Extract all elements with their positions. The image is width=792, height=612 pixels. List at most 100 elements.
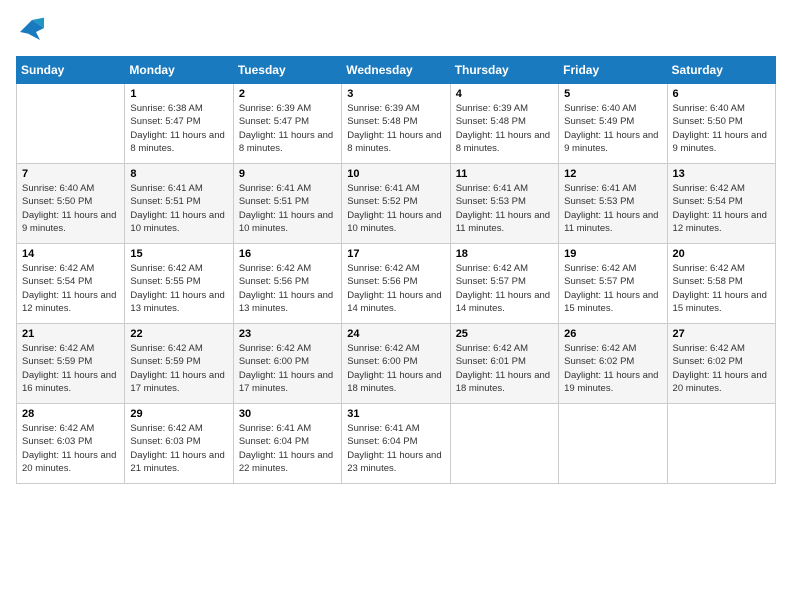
- day-number: 5: [564, 88, 661, 100]
- calendar-body: 1Sunrise: 6:38 AM Sunset: 5:47 PM Daylig…: [17, 84, 776, 484]
- day-cell: 11Sunrise: 6:41 AM Sunset: 5:53 PM Dayli…: [450, 164, 558, 244]
- day-number: 12: [564, 168, 661, 180]
- day-number: 6: [673, 88, 770, 100]
- day-info: Sunrise: 6:40 AM Sunset: 5:50 PM Dayligh…: [673, 102, 770, 155]
- day-info: Sunrise: 6:42 AM Sunset: 5:57 PM Dayligh…: [564, 262, 661, 315]
- day-cell: 10 Sunrise: 6:41 AM Sunset: 5:52 PM Dayli…: [342, 164, 450, 244]
- day-info: Sunrise: 6:42 AM Sunset: 5:59 PM Dayligh…: [22, 342, 119, 395]
- day-number: 24: [347, 328, 444, 340]
- day-info: Sunrise: 6:42 AM Sunset: 5:56 PM Dayligh…: [239, 262, 336, 315]
- day-cell: 25Sunrise: 6:42 AM Sunset: 6:01 PM Dayli…: [450, 324, 558, 404]
- day-number: 13: [673, 168, 770, 180]
- day-cell: 12 Sunrise: 6:41 AM Sunset: 5:53 PM Dayli…: [559, 164, 667, 244]
- day-header-tuesday: Tuesday: [233, 57, 341, 84]
- day-info: Sunrise: 6:39 AM Sunset: 5:47 PM Dayligh…: [239, 102, 336, 155]
- day-cell: 2 Sunrise: 6:39 AM Sunset: 5:47 PM Daylig…: [233, 84, 341, 164]
- day-info: Sunrise: 6:42 AM Sunset: 5:59 PM Dayligh…: [130, 342, 227, 395]
- day-cell: 31 Sunrise: 6:41 AM Sunset: 6:04 PM Dayli…: [342, 404, 450, 484]
- day-cell: 3 Sunrise: 6:39 AM Sunset: 5:48 PM Daylig…: [342, 84, 450, 164]
- day-info: Sunrise: 6:42 AM Sunset: 6:03 PM Dayligh…: [130, 422, 227, 475]
- day-cell: 5 Sunrise: 6:40 AM Sunset: 5:49 PM Daylig…: [559, 84, 667, 164]
- day-cell: 17Sunrise: 6:42 AM Sunset: 5:56 PM Dayli…: [342, 244, 450, 324]
- day-number: 30: [239, 408, 336, 420]
- day-info: Sunrise: 6:38 AM Sunset: 5:47 PM Dayligh…: [130, 102, 227, 155]
- day-cell: [450, 404, 558, 484]
- day-info: Sunrise: 6:39 AM Sunset: 5:48 PM Dayligh…: [456, 102, 553, 155]
- day-header-monday: Monday: [125, 57, 233, 84]
- day-cell: 24Sunrise: 6:42 AM Sunset: 6:00 PM Dayli…: [342, 324, 450, 404]
- day-info: Sunrise: 6:42 AM Sunset: 5:57 PM Dayligh…: [456, 262, 553, 315]
- day-cell: 22 Sunrise: 6:42 AM Sunset: 5:59 PM Dayli…: [125, 324, 233, 404]
- day-cell: 30 Sunrise: 6:41 AM Sunset: 6:04 PM Dayli…: [233, 404, 341, 484]
- day-number: 9: [239, 168, 336, 180]
- day-info: Sunrise: 6:40 AM Sunset: 5:50 PM Dayligh…: [22, 182, 119, 235]
- calendar-table: SundayMondayTuesdayWednesdayThursdayFrid…: [16, 56, 776, 484]
- day-info: Sunrise: 6:42 AM Sunset: 5:55 PM Dayligh…: [130, 262, 227, 315]
- day-number: 22: [130, 328, 227, 340]
- day-number: 18: [456, 248, 553, 260]
- day-cell: [667, 404, 775, 484]
- day-info: Sunrise: 6:42 AM Sunset: 6:00 PM Dayligh…: [239, 342, 336, 395]
- day-header-sunday: Sunday: [17, 57, 125, 84]
- day-number: 10: [347, 168, 444, 180]
- day-info: Sunrise: 6:40 AM Sunset: 5:49 PM Dayligh…: [564, 102, 661, 155]
- day-cell: 13 Sunrise: 6:42 AM Sunset: 5:54 PM Dayli…: [667, 164, 775, 244]
- day-cell: 29 Sunrise: 6:42 AM Sunset: 6:03 PM Dayli…: [125, 404, 233, 484]
- day-cell: 7 Sunrise: 6:40 AM Sunset: 5:50 PM Daylig…: [17, 164, 125, 244]
- day-number: 7: [22, 168, 119, 180]
- day-header-wednesday: Wednesday: [342, 57, 450, 84]
- logo: [16, 16, 52, 44]
- day-number: 21: [22, 328, 119, 340]
- day-cell: 19 Sunrise: 6:42 AM Sunset: 5:57 PM Dayli…: [559, 244, 667, 324]
- day-number: 17: [347, 248, 444, 260]
- day-info: Sunrise: 6:42 AM Sunset: 5:58 PM Dayligh…: [673, 262, 770, 315]
- day-cell: 26 Sunrise: 6:42 AM Sunset: 6:02 PM Dayli…: [559, 324, 667, 404]
- day-cell: 18 Sunrise: 6:42 AM Sunset: 5:57 PM Dayli…: [450, 244, 558, 324]
- day-info: Sunrise: 6:41 AM Sunset: 5:53 PM Dayligh…: [564, 182, 661, 235]
- day-cell: 9Sunrise: 6:41 AM Sunset: 5:51 PM Daylig…: [233, 164, 341, 244]
- day-info: Sunrise: 6:41 AM Sunset: 6:04 PM Dayligh…: [347, 422, 444, 475]
- day-number: 15: [130, 248, 227, 260]
- day-number: 26: [564, 328, 661, 340]
- day-info: Sunrise: 6:39 AM Sunset: 5:48 PM Dayligh…: [347, 102, 444, 155]
- day-cell: 1Sunrise: 6:38 AM Sunset: 5:47 PM Daylig…: [125, 84, 233, 164]
- day-info: Sunrise: 6:41 AM Sunset: 5:53 PM Dayligh…: [456, 182, 553, 235]
- week-row-5: 28Sunrise: 6:42 AM Sunset: 6:03 PM Dayli…: [17, 404, 776, 484]
- week-row-3: 14Sunrise: 6:42 AM Sunset: 5:54 PM Dayli…: [17, 244, 776, 324]
- day-info: Sunrise: 6:41 AM Sunset: 5:52 PM Dayligh…: [347, 182, 444, 235]
- week-row-2: 7 Sunrise: 6:40 AM Sunset: 5:50 PM Daylig…: [17, 164, 776, 244]
- day-cell: 8 Sunrise: 6:41 AM Sunset: 5:51 PM Daylig…: [125, 164, 233, 244]
- day-cell: 14Sunrise: 6:42 AM Sunset: 5:54 PM Dayli…: [17, 244, 125, 324]
- day-number: 27: [673, 328, 770, 340]
- day-cell: 4 Sunrise: 6:39 AM Sunset: 5:48 PM Daylig…: [450, 84, 558, 164]
- day-number: 23: [239, 328, 336, 340]
- day-cell: 6 Sunrise: 6:40 AM Sunset: 5:50 PM Daylig…: [667, 84, 775, 164]
- day-number: 3: [347, 88, 444, 100]
- day-cell: 28Sunrise: 6:42 AM Sunset: 6:03 PM Dayli…: [17, 404, 125, 484]
- day-cell: 27 Sunrise: 6:42 AM Sunset: 6:02 PM Dayli…: [667, 324, 775, 404]
- day-number: 4: [456, 88, 553, 100]
- day-info: Sunrise: 6:41 AM Sunset: 5:51 PM Dayligh…: [130, 182, 227, 235]
- day-header-thursday: Thursday: [450, 57, 558, 84]
- day-number: 29: [130, 408, 227, 420]
- day-info: Sunrise: 6:42 AM Sunset: 6:02 PM Dayligh…: [564, 342, 661, 395]
- day-number: 16: [239, 248, 336, 260]
- day-number: 2: [239, 88, 336, 100]
- week-row-1: 1Sunrise: 6:38 AM Sunset: 5:47 PM Daylig…: [17, 84, 776, 164]
- day-info: Sunrise: 6:42 AM Sunset: 6:01 PM Dayligh…: [456, 342, 553, 395]
- day-number: 19: [564, 248, 661, 260]
- day-header-friday: Friday: [559, 57, 667, 84]
- page-header: [16, 16, 776, 44]
- day-cell: [17, 84, 125, 164]
- day-info: Sunrise: 6:42 AM Sunset: 5:54 PM Dayligh…: [673, 182, 770, 235]
- day-number: 31: [347, 408, 444, 420]
- day-cell: 16 Sunrise: 6:42 AM Sunset: 5:56 PM Dayli…: [233, 244, 341, 324]
- day-info: Sunrise: 6:42 AM Sunset: 6:02 PM Dayligh…: [673, 342, 770, 395]
- day-header-saturday: Saturday: [667, 57, 775, 84]
- week-row-4: 21 Sunrise: 6:42 AM Sunset: 5:59 PM Dayli…: [17, 324, 776, 404]
- day-cell: 21 Sunrise: 6:42 AM Sunset: 5:59 PM Dayli…: [17, 324, 125, 404]
- day-number: 8: [130, 168, 227, 180]
- day-info: Sunrise: 6:41 AM Sunset: 6:04 PM Dayligh…: [239, 422, 336, 475]
- calendar-header-row: SundayMondayTuesdayWednesdayThursdayFrid…: [17, 57, 776, 84]
- day-number: 14: [22, 248, 119, 260]
